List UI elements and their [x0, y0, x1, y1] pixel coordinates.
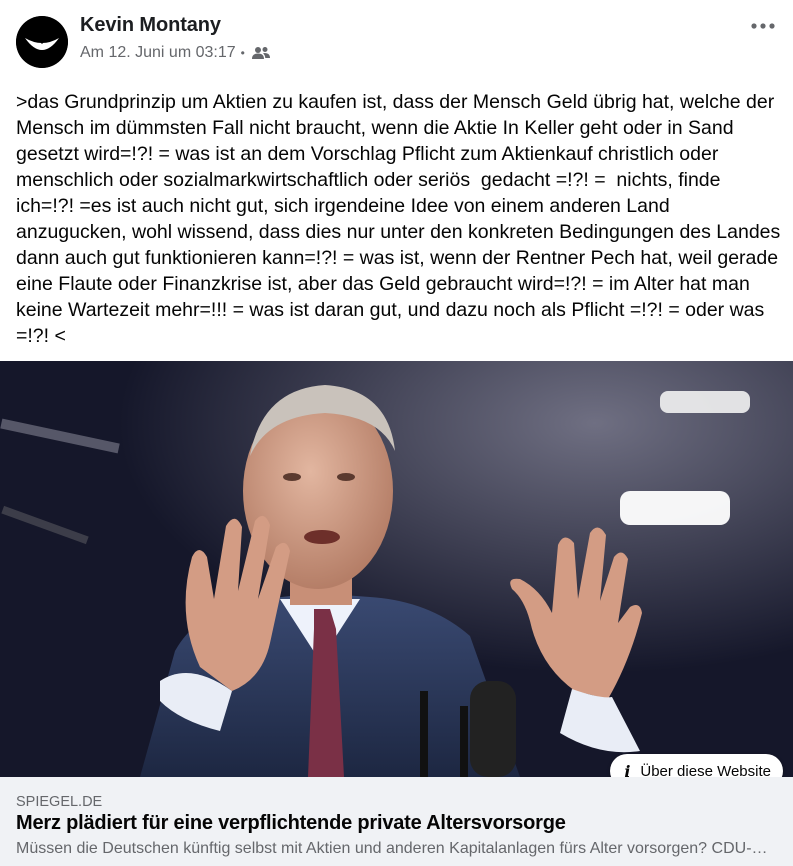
link-domain: SPIEGEL.DE — [16, 794, 103, 810]
post-meta: Am 12. Juni um 03:17 • — [80, 44, 270, 62]
post-text: >das Grundprinzip um Aktien zu kaufen is… — [16, 91, 786, 347]
link-preview-card[interactable]: i Über diese Website SPIEGEL.DE Merz plä… — [0, 361, 793, 866]
friends-icon[interactable] — [251, 46, 270, 60]
avatar-logo-icon — [16, 16, 68, 68]
post-author[interactable]: Kevin Montany — [80, 14, 221, 37]
avatar[interactable] — [16, 16, 68, 68]
post-header: Kevin Montany Am 12. Juni um 03:17 • — [0, 0, 793, 80]
link-preview-image[interactable] — [0, 361, 793, 777]
post-timestamp[interactable]: Am 12. Juni um 03:17 — [80, 44, 236, 62]
link-description: Müssen die Deutschen künftig selbst mit … — [16, 840, 778, 857]
more-options-icon[interactable] — [747, 14, 779, 38]
link-meta[interactable]: SPIEGEL.DE Merz plädiert für eine verpfl… — [0, 777, 793, 866]
link-title[interactable]: Merz plädiert für eine verpflichtende pr… — [16, 812, 566, 835]
meta-separator: • — [240, 46, 245, 60]
